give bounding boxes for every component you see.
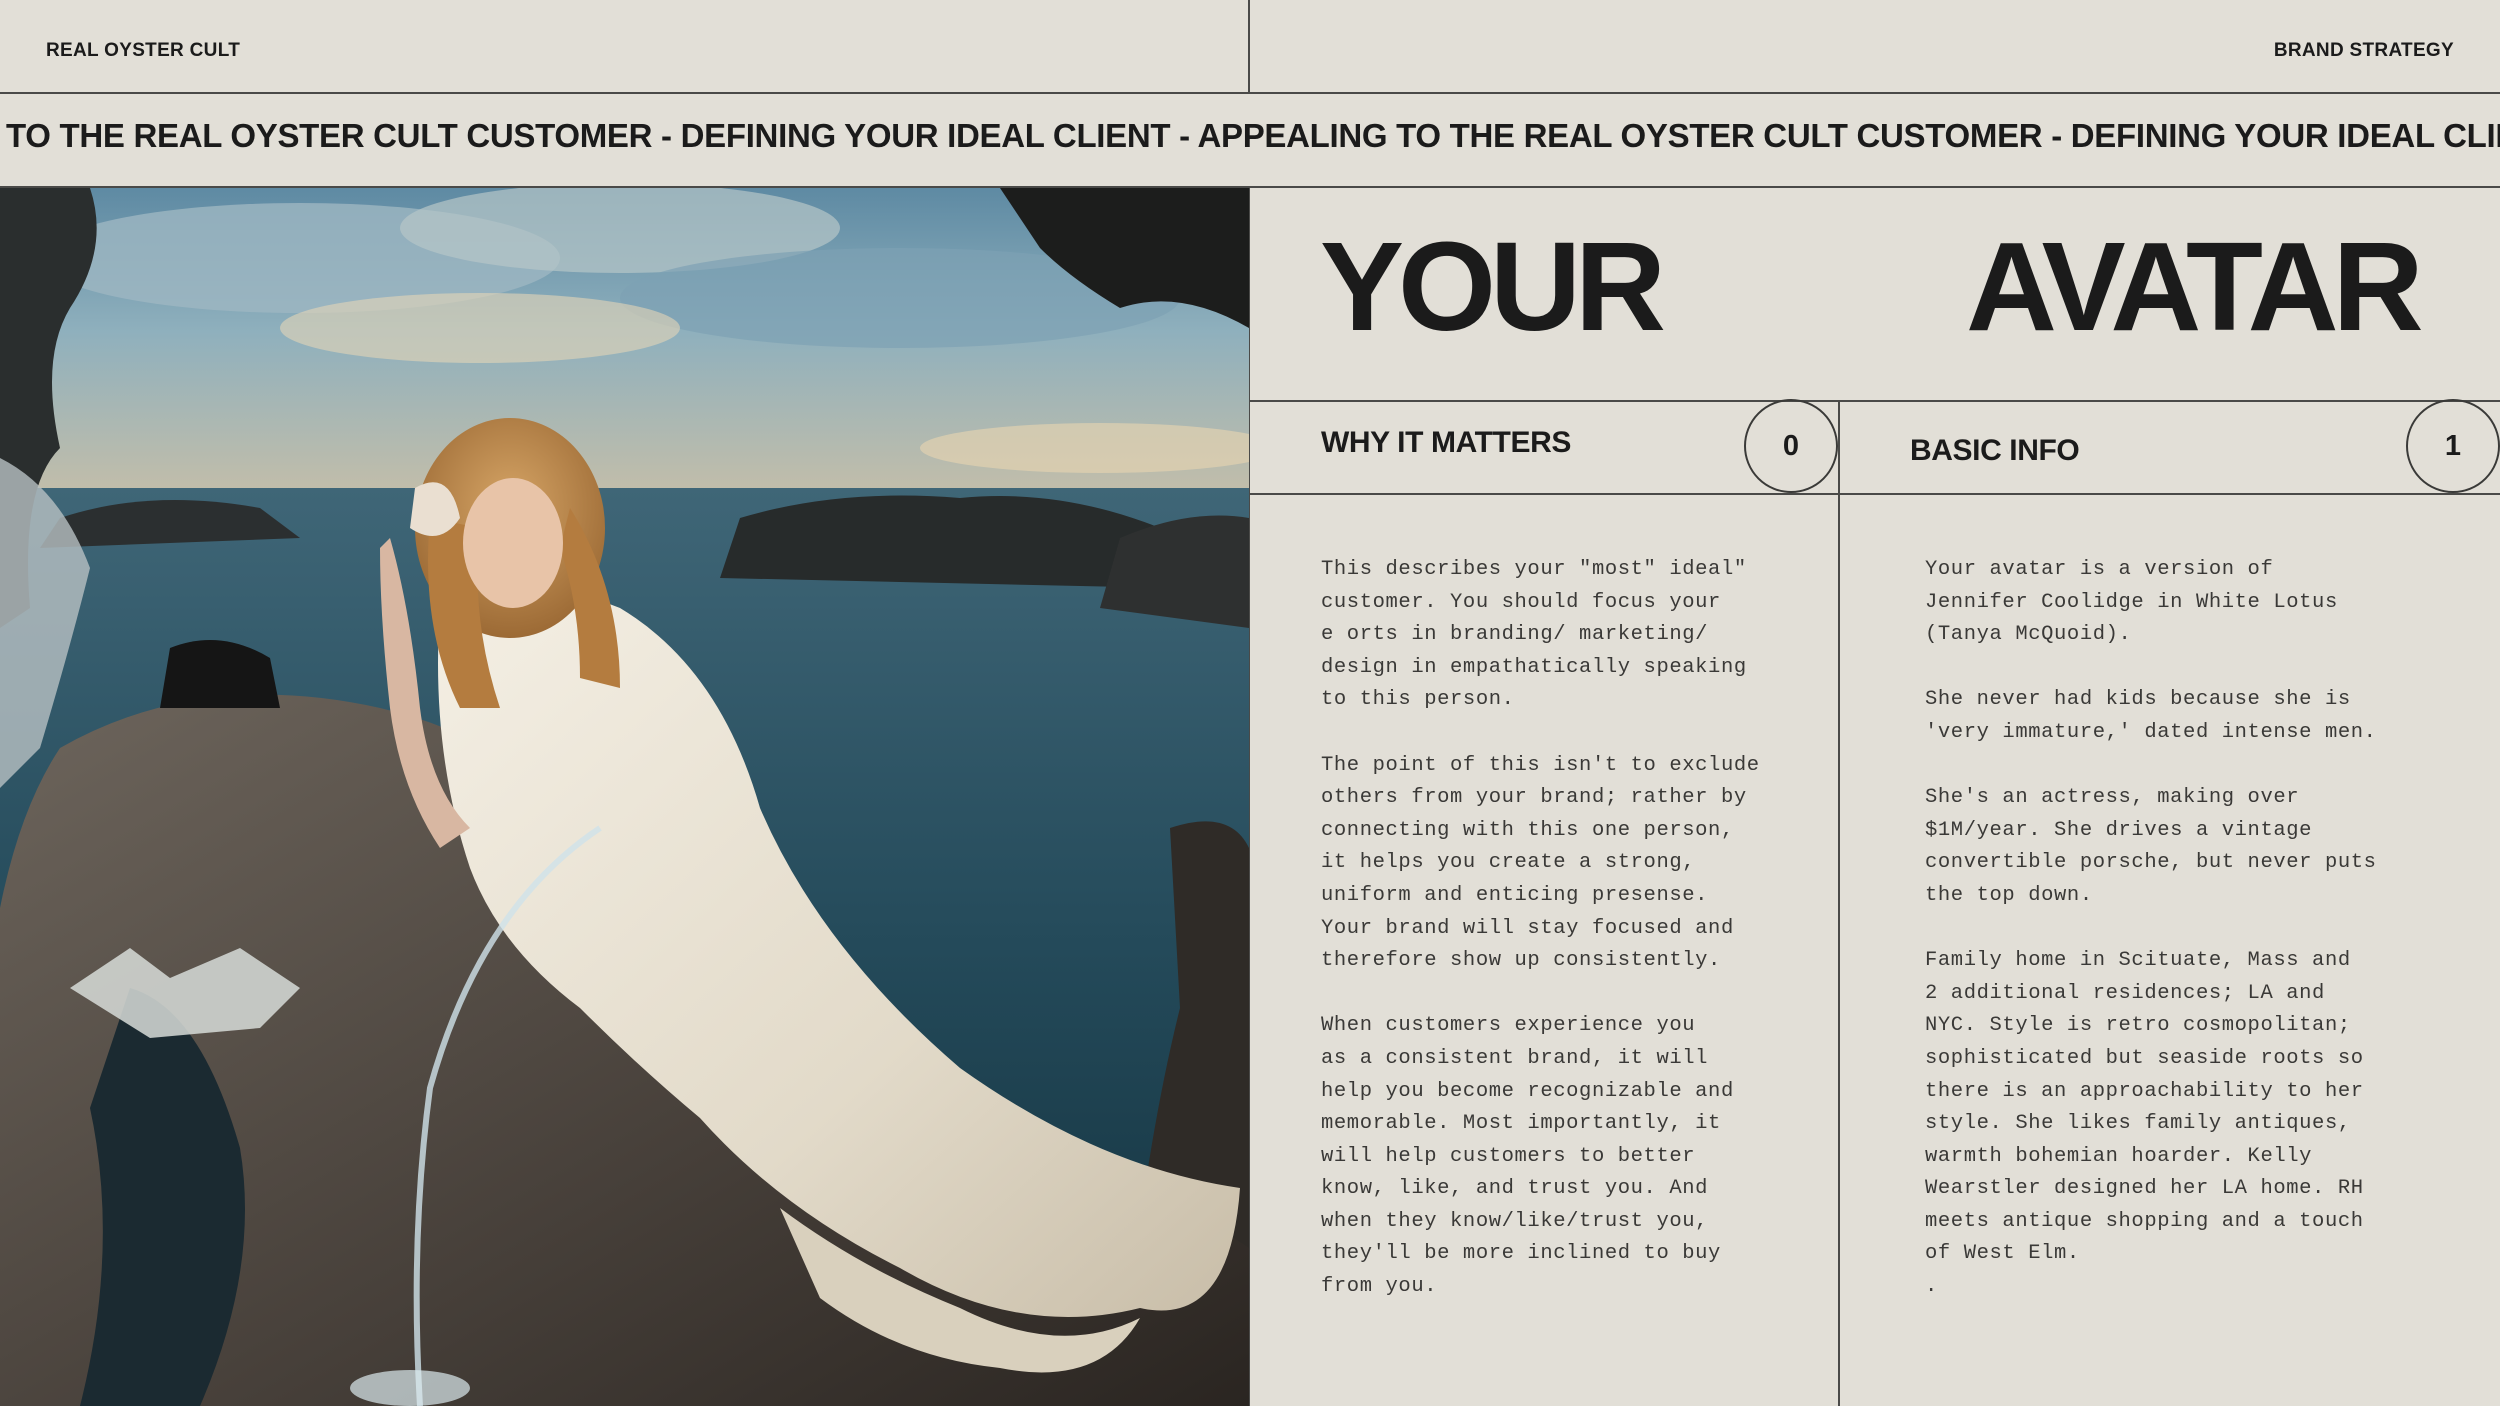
ticker-text: TO THE REAL OYSTER CULT CUSTOMER - DEFIN… [6, 117, 2500, 154]
ticker-banner: TO THE REAL OYSTER CULT CUSTOMER - DEFIN… [0, 93, 2500, 187]
section-number-badge-0: 0 [1744, 399, 1838, 493]
section-number-1: 1 [2444, 429, 2462, 462]
basic-info-paragraph-4: Family home in Scituate, Mass and 2 addi… [1925, 949, 2364, 1299]
why-it-matters-paragraph-1: This describes your "most" ideal" custom… [1321, 558, 1747, 712]
title-word-right: AVATAR [1966, 216, 2424, 357]
basic-info-paragraph-1: Your avatar is a version of Jennifer Coo… [1925, 558, 2338, 647]
why-it-matters-paragraph-3: When customers experience you as a consi… [1321, 1014, 1734, 1299]
section-number-0: 0 [1782, 429, 1800, 462]
photo-illustration [0, 188, 1249, 1406]
brand-label: REAL OYSTER CULT [46, 40, 241, 61]
title-word-left: YOUR [1320, 216, 1666, 357]
section-column-divider [1838, 400, 1840, 1406]
basic-info-heading: BASIC INFO [1910, 434, 2080, 467]
why-it-matters-heading: WHY IT MATTERS [1321, 426, 1571, 459]
section-header-top-line [1249, 400, 2500, 402]
basic-info-paragraph-3: She's an actress, making over $1M/year. … [1925, 786, 2377, 907]
section-number-badge-1: 1 [2406, 399, 2500, 493]
why-it-matters-body: This describes your "most" ideal" custom… [1321, 554, 1821, 1336]
why-it-matters-paragraph-2: The point of this isn't to exclude other… [1321, 753, 1760, 973]
header-vertical-divider [1248, 0, 1250, 93]
hero-photo [0, 188, 1249, 1406]
basic-info-paragraph-2: She never had kids because she is 'very … [1925, 688, 2377, 744]
section-label-top: BRAND STRATEGY [2273, 40, 2454, 61]
basic-info-body: Your avatar is a version of Jennifer Coo… [1925, 554, 2485, 1336]
section-header-bottom-line [1249, 493, 2500, 495]
